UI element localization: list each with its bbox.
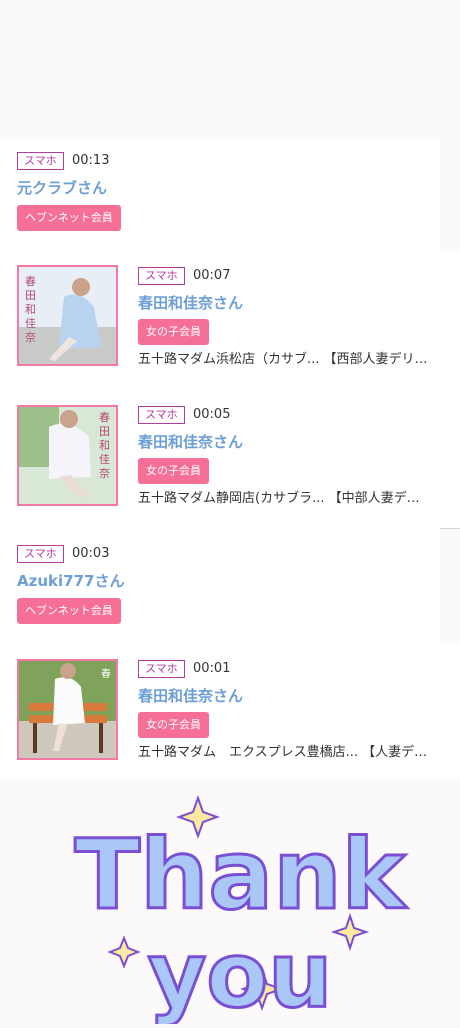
access-time: 00:01 — [193, 661, 231, 676]
profile-thumbnail[interactable]: 春 田 和 佳 奈 — [17, 265, 118, 366]
visitor-name-link[interactable]: 元クラブさん — [17, 178, 107, 198]
svg-text:奈: 奈 — [25, 330, 36, 344]
access-time: 00:05 — [193, 407, 231, 422]
blank-header-area — [0, 0, 460, 140]
svg-text:和: 和 — [99, 439, 110, 452]
visitor-name-link[interactable]: 春田和佳奈さん — [138, 293, 243, 313]
list-item[interactable]: スマホ 00:13 元クラブさん ヘブンネット会員 — [0, 140, 440, 250]
svg-text:田: 田 — [25, 289, 36, 302]
shop-name-link[interactable]: 五十路マダム浜松店（カサブ... 【西部人妻デリヘル... — [138, 351, 440, 369]
svg-text:田: 田 — [99, 425, 110, 438]
device-badge: スマホ — [138, 406, 185, 424]
svg-text:佳: 佳 — [99, 452, 110, 466]
shop-name-link[interactable]: 五十路マダム静岡店(カサブラ... 【中部人妻デリヘ... — [138, 490, 430, 508]
svg-text:和: 和 — [25, 303, 36, 316]
device-badge: スマホ — [17, 152, 64, 170]
device-badge: スマホ — [138, 267, 185, 285]
member-type-badge: 女の子会員 — [138, 712, 209, 738]
svg-text:佳: 佳 — [25, 316, 36, 330]
device-badge: スマホ — [138, 660, 185, 678]
access-time: 00:07 — [193, 268, 231, 283]
member-type-badge: ヘブンネット会員 — [17, 205, 121, 231]
profile-thumbnail[interactable]: 春 — [17, 659, 118, 760]
visitor-name-link[interactable]: 春田和佳奈さん — [138, 432, 243, 452]
profile-thumbnail[interactable]: 春 田 和 佳 奈 — [17, 405, 118, 506]
member-type-badge: ヘブンネット会員 — [17, 598, 121, 624]
member-type-badge: 女の子会員 — [138, 458, 209, 484]
list-item[interactable]: 春 スマホ 00:01 春田和佳奈さん 女の子会員 五十路マダム エクスプレス豊… — [0, 643, 460, 777]
thank-text: Thank — [75, 819, 408, 931]
access-time: 00:13 — [72, 153, 110, 168]
svg-text:春: 春 — [25, 275, 36, 288]
device-badge: スマホ — [17, 545, 64, 563]
you-text: you — [148, 923, 333, 1024]
access-time: 00:03 — [72, 546, 110, 561]
list-item[interactable]: 春 田 和 佳 奈 スマホ 00:05 春田和佳奈さん 女の子会員 五十路マダム… — [0, 389, 460, 529]
visitor-name-link[interactable]: Azuki777さん — [17, 571, 124, 591]
shop-name-link[interactable]: 五十路マダム エクスプレス豊橋店... 【人妻デリ... — [138, 744, 432, 762]
visitor-name-link[interactable]: 春田和佳奈さん — [138, 686, 243, 706]
svg-text:春: 春 — [101, 668, 111, 680]
thank-you-banner: Thank you — [0, 780, 460, 1028]
svg-text:奈: 奈 — [99, 466, 110, 480]
thank-you-illustration: Thank you — [73, 795, 409, 1028]
list-item[interactable]: スマホ 00:03 Azuki777さん ヘブンネット会員 — [0, 528, 440, 644]
member-type-badge: 女の子会員 — [138, 319, 209, 345]
list-item[interactable]: 春 田 和 佳 奈 スマホ 00:07 春田和佳奈さん 女の子会員 五十路マダム… — [0, 249, 460, 390]
svg-text:春: 春 — [99, 411, 110, 424]
